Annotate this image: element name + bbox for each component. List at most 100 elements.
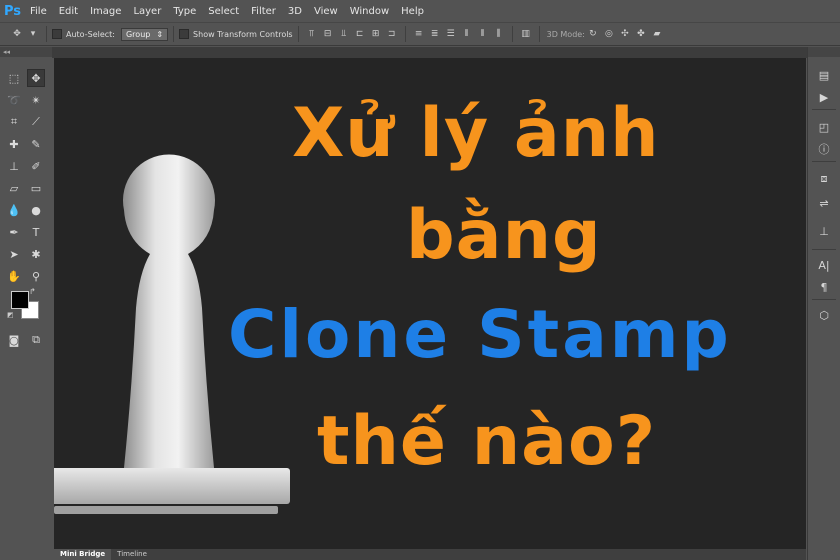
stamp-base	[54, 468, 290, 504]
divider	[173, 26, 175, 42]
document-canvas[interactable]: Xử lý ảnh bằng Clone Stamp thế nào?	[54, 58, 806, 549]
menu-file[interactable]: File	[30, 6, 47, 17]
crop-tool-icon[interactable]: ⌗	[5, 113, 23, 131]
menu-bar: Ps File Edit Image Layer Type Select Fil…	[0, 0, 840, 22]
chevron-down-icon[interactable]: ▾	[28, 29, 38, 39]
align-left-icon[interactable]: ⊏	[355, 29, 365, 39]
menu-window[interactable]: Window	[350, 6, 389, 17]
paragraph-panel-icon[interactable]: ¶	[816, 279, 832, 295]
distribute-top-icon[interactable]: ≡	[414, 29, 424, 39]
3d-mode-label: 3D Mode:	[546, 29, 585, 39]
right-panel-dock: ▤ ▶ ◰ ⓘ ⧈ ⇌ ⊥ A| ¶ ⬡	[807, 47, 840, 560]
menu-layer[interactable]: Layer	[133, 6, 161, 17]
actions-panel-icon[interactable]: ▶	[816, 89, 832, 105]
dodge-tool-icon[interactable]: ●	[27, 201, 45, 219]
menu-select[interactable]: Select	[208, 6, 239, 17]
tab-mini-bridge[interactable]: Mini Bridge	[54, 549, 112, 560]
screen-mode-icon[interactable]: ⧉	[27, 331, 45, 349]
stepper-icon: ⇕	[156, 29, 164, 39]
auto-align-icon[interactable]: ▥	[521, 29, 531, 39]
divider	[812, 249, 836, 250]
quick-mask-icon[interactable]: ◙	[5, 331, 23, 349]
3d-rotate-icon[interactable]: ↻	[588, 29, 598, 39]
divider	[538, 26, 540, 42]
spot-healing-icon[interactable]: ✚	[5, 135, 23, 153]
align-hcenter-icon[interactable]: ⊞	[371, 29, 381, 39]
menu-3d[interactable]: 3D	[288, 6, 302, 17]
align-vcenter-icon[interactable]: ⊟	[323, 29, 333, 39]
foreground-color-swatch[interactable]	[11, 291, 29, 309]
headline-line-4: thế nào?	[317, 402, 657, 481]
tab-timeline[interactable]: Timeline	[111, 549, 153, 560]
divider	[812, 299, 836, 300]
gradient-icon[interactable]: ▭	[27, 179, 45, 197]
distribute-hcenter-icon[interactable]: ⦀	[478, 29, 488, 39]
dock-collapse-icon[interactable]	[808, 47, 840, 57]
menu-view[interactable]: View	[314, 6, 338, 17]
options-bar: ✥ ▾ Auto-Select: Group ⇕ Show Transform C…	[0, 22, 840, 46]
swap-colors-icon[interactable]: ↱	[29, 287, 36, 296]
eraser-icon[interactable]: ▱	[5, 179, 23, 197]
brush-tool-icon[interactable]: ✎	[27, 135, 45, 153]
distribute-right-icon[interactable]: ⫼	[494, 29, 504, 39]
document-tab-strip	[52, 47, 808, 58]
properties-panel-icon[interactable]: ⊥	[816, 223, 832, 239]
zoom-tool-icon[interactable]: ⚲	[27, 267, 45, 285]
clone-stamp-icon[interactable]: ⊥	[5, 157, 23, 175]
shape-tool-icon[interactable]: ✱	[27, 245, 45, 263]
default-colors-icon[interactable]: ◩	[7, 311, 14, 319]
history-brush-icon[interactable]: ✐	[27, 157, 45, 175]
auto-select-label: Auto-Select:	[66, 29, 115, 39]
3d-slide-icon[interactable]: ✤	[636, 29, 646, 39]
menu-image[interactable]: Image	[90, 6, 121, 17]
show-transform-label: Show Transform Controls	[193, 29, 293, 39]
hand-tool-icon[interactable]: ✋	[5, 267, 23, 285]
move-tool-icon[interactable]: ✥	[12, 29, 22, 39]
3d-drag-icon[interactable]: ✣	[620, 29, 630, 39]
headline-line-3: Clone Stamp	[228, 296, 732, 373]
divider	[812, 109, 836, 110]
blur-tool-icon[interactable]: 💧	[5, 201, 23, 219]
lasso-tool-icon[interactable]: ➰	[5, 91, 23, 109]
stamp-handle	[123, 154, 215, 468]
distribute-left-icon[interactable]: ⫴	[462, 29, 472, 39]
panel-collapse-icon[interactable]: ◂◂	[0, 47, 52, 57]
menu-type[interactable]: Type	[173, 6, 196, 17]
menu-filter[interactable]: Filter	[251, 6, 276, 17]
marquee-tool-icon[interactable]: ⬚	[5, 69, 23, 87]
layers-panel-icon[interactable]: ⧈	[816, 171, 832, 187]
divider	[46, 26, 47, 42]
move-tool-icon[interactable]: ✥	[27, 69, 45, 87]
headline-line-2: bằng	[406, 196, 602, 275]
tools-panel: ◂◂ ⬚ ✥ ➰ ✴ ⌗ ⟋ ✚ ✎ ⊥ ✐ ▱ ▭ 💧 ● ✒ T ➤ ✱ ✋…	[0, 47, 52, 560]
distribute-vcenter-icon[interactable]: ≣	[430, 29, 440, 39]
menu-help[interactable]: Help	[401, 6, 424, 17]
align-right-icon[interactable]: ⊐	[387, 29, 397, 39]
history-panel-icon[interactable]: ▤	[816, 67, 832, 83]
align-top-icon[interactable]: ⫪	[307, 29, 317, 39]
show-transform-checkbox[interactable]	[179, 29, 190, 39]
auto-select-checkbox[interactable]	[52, 29, 62, 39]
type-tool-icon[interactable]: T	[27, 223, 45, 241]
eyedropper-icon[interactable]: ⟋	[27, 113, 45, 131]
menu-edit[interactable]: Edit	[59, 6, 78, 17]
path-select-icon[interactable]: ➤	[5, 245, 23, 263]
pen-tool-icon[interactable]: ✒	[5, 223, 23, 241]
distribute-bottom-icon[interactable]: ☰	[446, 29, 456, 39]
divider	[511, 26, 513, 42]
info-panel-icon[interactable]: ⓘ	[816, 141, 832, 157]
auto-select-dropdown[interactable]: Group ⇕	[120, 27, 169, 41]
group-value: Group	[125, 29, 151, 39]
character-panel-icon[interactable]: A|	[816, 257, 832, 273]
align-bottom-icon[interactable]: ⫫	[339, 29, 349, 39]
divider	[404, 26, 406, 42]
divider	[812, 161, 836, 162]
3d-scale-icon[interactable]: ▰	[652, 29, 662, 39]
3d-panel-icon[interactable]: ⬡	[816, 307, 832, 323]
3d-roll-icon[interactable]: ◎	[604, 29, 614, 39]
divider	[297, 26, 299, 42]
adjustments-panel-icon[interactable]: ⇌	[816, 195, 832, 211]
headline-line-1: Xử lý ảnh	[292, 94, 660, 173]
histogram-panel-icon[interactable]: ◰	[816, 119, 832, 135]
magic-wand-icon[interactable]: ✴	[27, 91, 45, 109]
